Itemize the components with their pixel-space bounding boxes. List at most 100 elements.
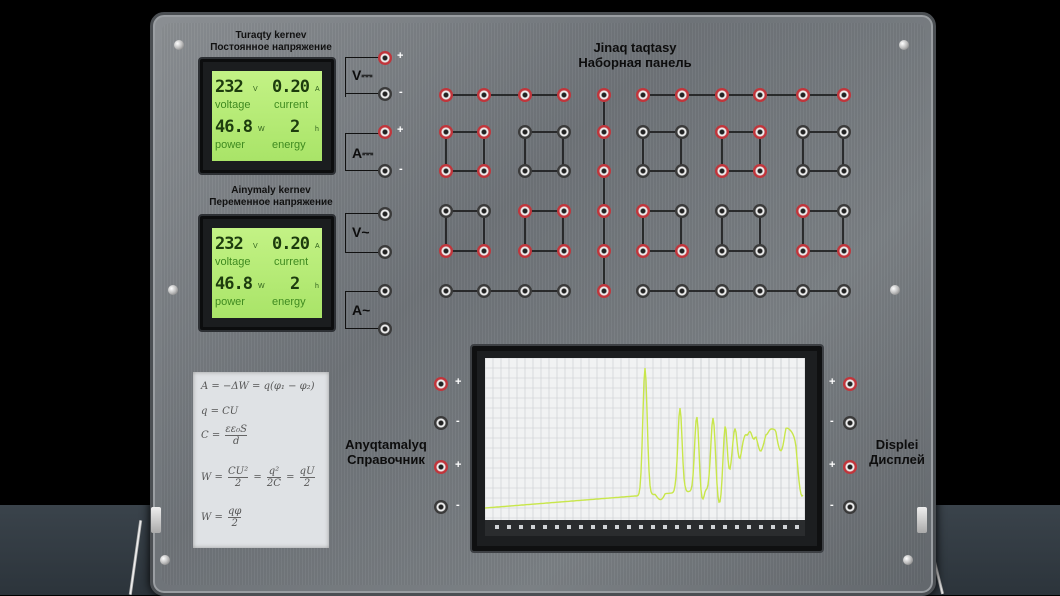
breadboard-jack[interactable] <box>715 204 729 218</box>
breadboard-jack[interactable] <box>636 164 650 178</box>
breadboard-jack[interactable] <box>796 244 810 258</box>
display-title-cyrillic: Дисплей <box>869 452 925 467</box>
breadboard-jack[interactable] <box>715 164 729 178</box>
breadboard-jack[interactable] <box>636 88 650 102</box>
breadboard-jack[interactable] <box>477 244 491 258</box>
breadboard-jack[interactable] <box>636 204 650 218</box>
breadboard-jack[interactable] <box>557 164 571 178</box>
breadboard-jack[interactable] <box>477 204 491 218</box>
breadboard-jack[interactable] <box>753 164 767 178</box>
breadboard-jack[interactable] <box>715 88 729 102</box>
breadboard-jack[interactable] <box>518 88 532 102</box>
breadboard-jack[interactable] <box>753 88 767 102</box>
dc-wire <box>345 57 346 97</box>
breadboard-jack[interactable] <box>636 125 650 139</box>
dc-title-latin: Turaqty kernev <box>235 30 307 41</box>
dc-energy-unit: h <box>315 126 319 133</box>
dc-voltage-minus-jack[interactable] <box>378 87 392 101</box>
breadboard-jack[interactable] <box>796 204 810 218</box>
breadboard-jack[interactable] <box>477 88 491 102</box>
breadboard-jack[interactable] <box>796 164 810 178</box>
ac-current-jack-1[interactable] <box>378 284 392 298</box>
breadboard-jack[interactable] <box>518 164 532 178</box>
breadboard-jack[interactable] <box>439 125 453 139</box>
breadboard-jack[interactable] <box>477 125 491 139</box>
breadboard-jack[interactable] <box>518 204 532 218</box>
display-minus-jack-2[interactable] <box>843 500 857 514</box>
breadboard-jack[interactable] <box>597 284 611 298</box>
breadboard-jack[interactable] <box>715 244 729 258</box>
breadboard-jack[interactable] <box>518 284 532 298</box>
breadboard-jack[interactable] <box>557 88 571 102</box>
plus-sign: + <box>829 459 836 471</box>
breadboard-jack[interactable] <box>597 204 611 218</box>
breadboard-jack[interactable] <box>675 244 689 258</box>
equals-sign: = <box>286 472 295 483</box>
breadboard-jack[interactable] <box>597 88 611 102</box>
dc-current-value: 0.20 <box>272 77 310 97</box>
breadboard-jack[interactable] <box>557 284 571 298</box>
dc-current-minus-jack[interactable] <box>378 164 392 178</box>
breadboard-jack[interactable] <box>439 244 453 258</box>
ac-voltage-jack-2[interactable] <box>378 245 392 259</box>
breadboard-jack[interactable] <box>477 284 491 298</box>
breadboard-jack[interactable] <box>753 284 767 298</box>
display-plus-jack-2[interactable] <box>843 460 857 474</box>
reference-plus-jack-1[interactable] <box>434 377 448 391</box>
breadboard-jack[interactable] <box>675 88 689 102</box>
reference-minus-jack-1[interactable] <box>434 416 448 430</box>
breadboard-jack[interactable] <box>597 125 611 139</box>
breadboard-jack[interactable] <box>837 125 851 139</box>
ac-meter-screen: 232 V 0.20 A voltage current 46.8 W 2 h … <box>212 228 322 318</box>
breadboard-jack[interactable] <box>597 164 611 178</box>
display-title: Displei Дисплей <box>862 437 932 467</box>
breadboard-jack[interactable] <box>837 88 851 102</box>
plus-sign: + <box>829 376 836 388</box>
breadboard-jack[interactable] <box>796 284 810 298</box>
ac-power-unit: W <box>258 283 265 290</box>
breadboard-jack[interactable] <box>597 244 611 258</box>
denominator: 2 <box>231 518 238 529</box>
breadboard-jack[interactable] <box>675 164 689 178</box>
breadboard-jack[interactable] <box>753 244 767 258</box>
breadboard-jack[interactable] <box>557 125 571 139</box>
breadboard-jack[interactable] <box>439 88 453 102</box>
breadboard-jack[interactable] <box>477 164 491 178</box>
ac-voltage-jack-1[interactable] <box>378 207 392 221</box>
breadboard-jack[interactable] <box>837 244 851 258</box>
breadboard-jack[interactable] <box>557 204 571 218</box>
ac-voltage-label: voltage <box>215 256 251 268</box>
breadboard-jack[interactable] <box>439 164 453 178</box>
breadboard-jack[interactable] <box>518 244 532 258</box>
formula-energy-lhs: W = <box>201 472 223 483</box>
breadboard-jack[interactable] <box>636 284 650 298</box>
breadboard-jack[interactable] <box>753 125 767 139</box>
breadboard-jack[interactable] <box>715 125 729 139</box>
ac-wire <box>345 213 346 253</box>
breadboard-jack[interactable] <box>837 284 851 298</box>
breadboard-jack[interactable] <box>518 125 532 139</box>
breadboard-jack[interactable] <box>837 164 851 178</box>
breadboard-jack[interactable] <box>715 284 729 298</box>
display-minus-jack-1[interactable] <box>843 416 857 430</box>
reference-minus-jack-2[interactable] <box>434 500 448 514</box>
breadboard-jack[interactable] <box>439 284 453 298</box>
breadboard-jack[interactable] <box>796 88 810 102</box>
minus-sign: - <box>830 415 834 427</box>
breadboard-jack[interactable] <box>675 284 689 298</box>
breadboard-jack[interactable] <box>796 125 810 139</box>
reference-plus-jack-2[interactable] <box>434 460 448 474</box>
ac-current-jack-2[interactable] <box>378 322 392 336</box>
breadboard-jack[interactable] <box>753 204 767 218</box>
breadboard-jack[interactable] <box>837 204 851 218</box>
breadboard-jack[interactable] <box>636 244 650 258</box>
dc-current-plus-jack[interactable] <box>378 125 392 139</box>
breadboard-jack[interactable] <box>557 244 571 258</box>
breadboard-jack[interactable] <box>675 204 689 218</box>
display-plus-jack-1[interactable] <box>843 377 857 391</box>
ac-current-symbol: A~ <box>352 302 371 318</box>
screw-icon <box>160 555 170 565</box>
breadboard-jack[interactable] <box>675 125 689 139</box>
dc-voltage-plus-jack[interactable] <box>378 51 392 65</box>
breadboard-jack[interactable] <box>439 204 453 218</box>
